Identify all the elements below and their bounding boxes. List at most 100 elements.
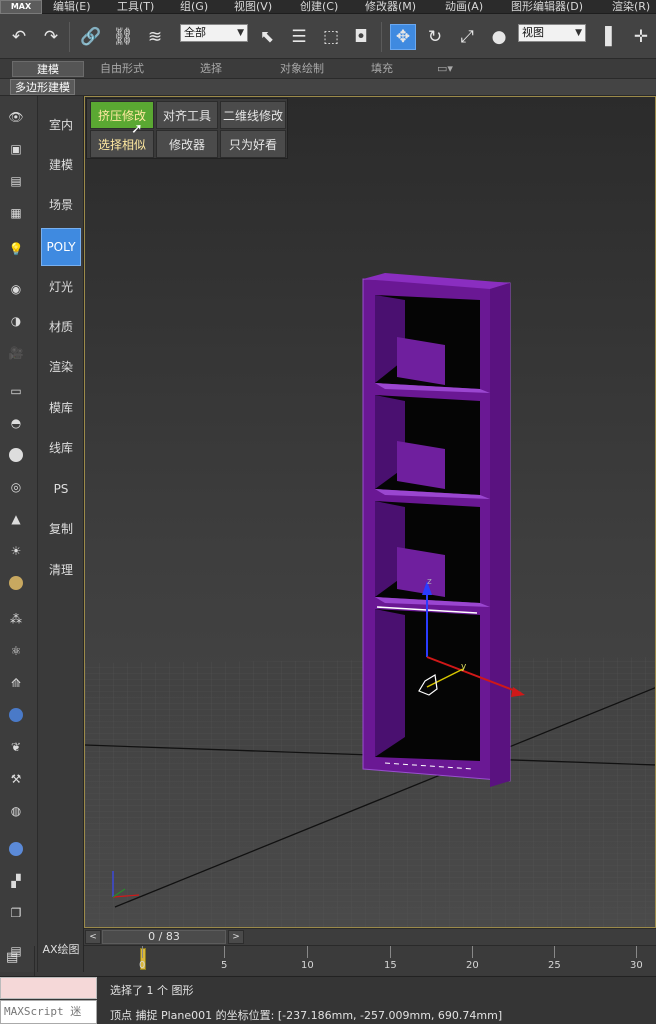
- hemisphere-icon[interactable]: ◓: [5, 414, 27, 432]
- unlink-icon[interactable]: ⛓: [110, 24, 136, 50]
- just-looks-good-button[interactable]: 只为好看: [220, 130, 286, 158]
- chair-icon[interactable]: ⟰: [5, 674, 27, 692]
- eye-alt-icon[interactable]: ◎: [5, 478, 27, 496]
- maxscript-listener-output[interactable]: [0, 977, 97, 999]
- tick-label-15: 15: [384, 960, 397, 971]
- copy-icon[interactable]: ❐: [5, 904, 27, 922]
- tab-object-paint[interactable]: 对象绘制: [268, 61, 336, 77]
- plugin-menu-column: 室内 建模 场景 POLY 灯光 材质 渲染 模库 线库 PS 复制 清理 AX…: [38, 96, 84, 972]
- wood-icon[interactable]: ◍: [5, 802, 27, 820]
- menu-scene[interactable]: 场景: [40, 186, 82, 224]
- plant-icon[interactable]: ❦: [5, 738, 27, 756]
- mouse-cursor-icon: ➚: [131, 121, 143, 137]
- link-icon[interactable]: 🔗: [78, 24, 104, 50]
- menu-model-library[interactable]: 模库: [40, 389, 82, 427]
- spline-modify-button[interactable]: 二维线修改: [220, 101, 286, 129]
- menu-ps[interactable]: PS: [40, 470, 82, 508]
- curve-editor-icon[interactable]: ▤: [6, 950, 28, 968]
- sun-icon[interactable]: ☀: [5, 542, 27, 560]
- align-tool-button[interactable]: 对齐工具: [156, 101, 218, 129]
- tick-5: [224, 946, 225, 958]
- select-place-icon[interactable]: ●: [486, 24, 512, 50]
- tab-modeling[interactable]: 建模: [12, 61, 84, 77]
- track-bar[interactable]: ▤ 0 5 10 15 20 25 30: [6, 945, 656, 976]
- blue-sphere-icon[interactable]: [5, 840, 27, 858]
- select-object-icon[interactable]: ⬉: [254, 24, 280, 50]
- menu-animation[interactable]: 动画(A): [445, 0, 483, 14]
- polygon-modeling-label[interactable]: 多边形建模: [10, 79, 75, 95]
- bind-space-warp-icon[interactable]: ≋: [142, 24, 168, 50]
- menu-render[interactable]: 渲染: [40, 348, 82, 386]
- box-icon[interactable]: ▭: [5, 382, 27, 400]
- menu-clean[interactable]: 清理: [40, 551, 82, 589]
- tab-freeform[interactable]: 自由形式: [90, 61, 154, 77]
- ref-coord-dropdown[interactable]: 视图 ▼: [518, 24, 586, 42]
- selection-status: 选择了 1 个 图形: [110, 984, 194, 997]
- image-icon[interactable]: ▣: [5, 140, 27, 158]
- pattern-icon[interactable]: ⁂: [5, 610, 27, 628]
- menu-rendering[interactable]: 渲染(R): [612, 0, 650, 14]
- bookshelf-object[interactable]: [362, 273, 511, 787]
- prev-frame-button[interactable]: <: [85, 930, 101, 944]
- molecule-icon[interactable]: ⚛: [5, 642, 27, 660]
- select-manipulate-icon[interactable]: ✛: [628, 24, 654, 50]
- perspective-viewport[interactable]: z y: [84, 96, 656, 928]
- menu-tools[interactable]: 工具(T): [117, 0, 154, 14]
- menu-create[interactable]: 创建(C): [300, 0, 338, 14]
- extrude-modify-button[interactable]: 挤压修改: [90, 101, 154, 129]
- menu-bar: MAX 编辑(E) 工具(T) 组(G) 视图(V) 创建(C) 修改器(M) …: [0, 0, 656, 14]
- globe-icon[interactable]: [5, 706, 27, 724]
- select-by-name-icon[interactable]: ☰: [286, 24, 312, 50]
- light-bulb-icon[interactable]: 💡: [5, 240, 27, 258]
- frame-counter[interactable]: 0 / 83: [102, 930, 226, 944]
- modifier-button[interactable]: 修改器: [156, 130, 218, 158]
- tab-selection[interactable]: 选择: [180, 61, 242, 77]
- chevron-down-icon: ▼: [237, 28, 244, 38]
- menu-modifiers[interactable]: 修改器(M): [365, 0, 416, 14]
- next-frame-button[interactable]: >: [228, 930, 244, 944]
- menu-material[interactable]: 材质: [40, 308, 82, 346]
- window-crossing-icon[interactable]: ◘: [348, 24, 374, 50]
- menu-ax-draw[interactable]: AX绘图: [40, 931, 82, 969]
- menu-line-library[interactable]: 线库: [40, 429, 82, 467]
- undo-icon[interactable]: ↶: [6, 24, 32, 50]
- pivot-center-icon[interactable]: ▐: [592, 24, 618, 50]
- chevron-down-icon: ▼: [575, 28, 582, 38]
- menu-views[interactable]: 视图(V): [234, 0, 272, 14]
- rect-selection-icon[interactable]: ⬚: [318, 24, 344, 50]
- sphere-icon[interactable]: [5, 446, 27, 464]
- menu-interior[interactable]: 室内: [40, 106, 82, 144]
- moon-icon[interactable]: ◑: [5, 312, 27, 330]
- document-icon[interactable]: ▤: [5, 172, 27, 190]
- redo-icon[interactable]: ↷: [38, 24, 64, 50]
- material-sphere-icon[interactable]: [5, 574, 27, 592]
- tick-label-25: 25: [548, 960, 561, 971]
- ref-coord-value: 视图: [522, 26, 544, 39]
- menu-lights[interactable]: 灯光: [40, 268, 82, 306]
- menu-edit[interactable]: 编辑(E): [53, 0, 91, 14]
- ribbon-options-icon[interactable]: ▭▾: [430, 61, 460, 77]
- hammer-icon[interactable]: ⚒: [5, 770, 27, 788]
- menu-modeling[interactable]: 建模: [40, 146, 82, 184]
- viewport-scene: z y: [85, 273, 655, 927]
- grid-icon[interactable]: ▦: [5, 204, 27, 222]
- app-logo[interactable]: MAX: [0, 0, 42, 14]
- render-icon[interactable]: 🎥: [5, 344, 27, 362]
- selection-filter-dropdown[interactable]: 全部 ▼: [180, 24, 248, 42]
- menu-group[interactable]: 组(G): [180, 0, 208, 14]
- maxscript-input[interactable]: MAXScript 迷: [0, 1000, 97, 1024]
- tick-0: [142, 946, 143, 958]
- select-move-icon[interactable]: ✥: [390, 24, 416, 50]
- select-rotate-icon[interactable]: ↻: [422, 24, 448, 50]
- eye-icon[interactable]: 👁: [5, 108, 27, 126]
- menu-copy[interactable]: 复制: [40, 510, 82, 548]
- select-scale-icon[interactable]: ⤢: [454, 24, 480, 50]
- menu-poly[interactable]: POLY: [41, 228, 81, 266]
- select-similar-button[interactable]: 选择相似: [90, 130, 154, 158]
- menu-graph-editors[interactable]: 图形编辑器(D): [511, 0, 583, 14]
- tab-populate[interactable]: 填充: [360, 61, 404, 77]
- cone-icon[interactable]: ▲: [5, 510, 27, 528]
- toolbar-divider: [381, 22, 382, 52]
- layers-icon[interactable]: ▞: [5, 872, 27, 890]
- camera-icon[interactable]: ◉: [5, 280, 27, 298]
